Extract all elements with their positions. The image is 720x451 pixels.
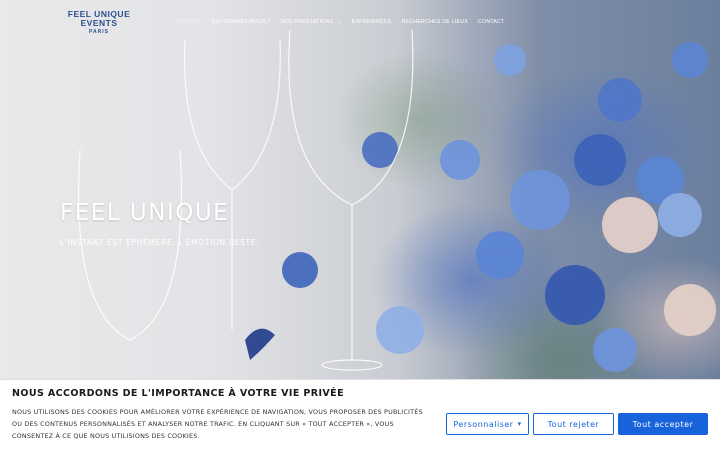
nav-item-recherches-de-lieux[interactable]: Recherches de lieux (402, 19, 469, 25)
chevron-down-icon: ⌄ (337, 19, 342, 25)
nav-item-contact[interactable]: Contact (478, 19, 505, 25)
site-logo[interactable]: FEEL UNIQUE EVENTS PARIS (66, 10, 132, 37)
cookie-banner-text: Nous utilisons des cookies pour améliore… (12, 408, 423, 440)
hero-title: FEEL UNIQUE (60, 200, 230, 226)
cookie-banner: NOUS ACCORDONS DE L'IMPORTANCE À VOTRE V… (0, 379, 720, 451)
cookie-banner-title: NOUS ACCORDONS DE L'IMPORTANCE À VOTRE V… (12, 388, 344, 399)
nav-item-nos-prestations[interactable]: Nos prestations ⌄ (281, 19, 342, 25)
customize-button-label: Personnaliser (453, 419, 514, 429)
reject-all-button[interactable]: Tout rejeter (533, 413, 614, 435)
nav-item-nos-prestations-label: Nos prestations (280, 19, 334, 25)
nav-item-experiences[interactable]: Expériences (352, 19, 392, 25)
customize-button[interactable]: Personnaliser ▾ (446, 413, 529, 435)
accept-all-button[interactable]: Tout accepter (618, 413, 708, 435)
logo-line-3: PARIS (89, 29, 109, 35)
main-navigation: Accueil Qui sommes-nous ? Nos prestation… (177, 19, 515, 25)
caret-down-icon: ▾ (517, 420, 522, 428)
logo-line-2: EVENTS (80, 18, 118, 28)
nav-item-accueil[interactable]: Accueil (177, 19, 201, 25)
hero-subtitle: L'instant est éphémère, l'émotion reste. (60, 238, 260, 247)
nav-item-qui-sommes-nous[interactable]: Qui sommes-nous ? (211, 19, 270, 25)
